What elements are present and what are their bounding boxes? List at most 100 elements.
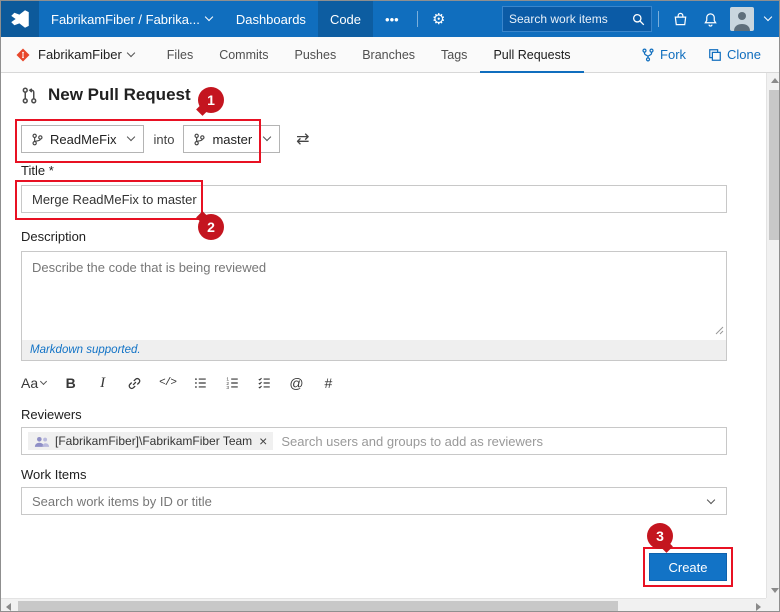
project-selector[interactable]: FabrikamFiber / Fabrika... <box>39 1 224 37</box>
repo-navigation-bar: FabrikamFiber Files Commits Pushes Branc… <box>1 37 780 73</box>
reviewer-chip-label: [FabrikamFiber]\FabrikamFiber Team <box>55 434 252 448</box>
description-textarea[interactable] <box>22 252 726 340</box>
resize-handle[interactable] <box>715 323 724 338</box>
source-branch-selector[interactable]: ReadMeFix <box>21 125 144 153</box>
target-branch-label: master <box>212 132 252 147</box>
link-icon <box>127 376 142 391</box>
user-avatar[interactable] <box>730 7 754 31</box>
team-people-icon <box>34 435 50 448</box>
bold-button[interactable]: B <box>63 373 78 393</box>
horizontal-scrollbar-thumb[interactable] <box>18 601 618 612</box>
formatting-toolbar: Aa B I </> <box>21 373 353 393</box>
notifications-bell-icon[interactable] <box>695 1 725 37</box>
scroll-down-arrow[interactable] <box>767 583 780 598</box>
bullet-list-button[interactable] <box>193 373 208 393</box>
menu-more[interactable]: ••• <box>373 1 411 37</box>
menu-dashboards-label: Dashboards <box>236 12 306 27</box>
fork-button[interactable]: Fork <box>641 47 686 62</box>
markdown-supported-link[interactable]: Markdown supported. <box>30 344 141 356</box>
new-pull-request-form: New Pull Request ReadMeFix into <box>1 73 766 598</box>
menu-dashboards[interactable]: Dashboards <box>224 1 318 37</box>
title-input[interactable] <box>21 185 727 213</box>
mention-button[interactable]: @ <box>289 373 304 393</box>
menu-code-label: Code <box>330 12 361 27</box>
numbered-list-button[interactable]: 1 2 3 <box>225 373 240 393</box>
target-branch-selector[interactable]: master <box>183 125 280 153</box>
vsts-logo-icon <box>10 9 30 29</box>
tab-tags[interactable]: Tags <box>428 37 480 73</box>
project-selector-label: FabrikamFiber / Fabrika... <box>51 12 200 27</box>
app-window: FabrikamFiber / Fabrika... Dashboards Co… <box>0 0 780 612</box>
chevron-down-icon <box>40 377 47 384</box>
remove-reviewer-icon[interactable]: × <box>259 434 267 448</box>
source-branch-label: ReadMeFix <box>50 132 116 147</box>
git-repo-icon <box>15 47 31 63</box>
task-list-button[interactable] <box>257 373 272 393</box>
chevron-down-icon <box>205 13 213 21</box>
tab-files[interactable]: Files <box>154 37 206 73</box>
branch-icon <box>31 133 44 146</box>
clone-label: Clone <box>727 47 761 62</box>
font-style-button[interactable]: Aa <box>21 373 46 393</box>
branch-icon <box>193 133 206 146</box>
tab-branches[interactable]: Branches <box>349 37 428 73</box>
description-label: Description <box>21 229 86 244</box>
top-navigation-bar: FabrikamFiber / Fabrika... Dashboards Co… <box>1 1 780 37</box>
swap-branches-icon[interactable]: ⇄ <box>296 129 309 149</box>
tab-commits[interactable]: Commits <box>206 37 281 73</box>
divider <box>417 11 418 27</box>
task-list-icon <box>257 376 272 390</box>
title-label: Title * <box>21 163 54 178</box>
divider <box>658 11 659 27</box>
work-item-hashtag-button[interactable]: # <box>321 373 336 393</box>
tab-pushes[interactable]: Pushes <box>282 37 350 73</box>
fork-icon <box>641 48 655 62</box>
clone-icon <box>708 48 722 62</box>
bullet-list-icon <box>193 376 208 390</box>
profile-chevron-down-icon[interactable] <box>764 13 772 21</box>
chevron-down-icon <box>127 133 135 141</box>
marketplace-bag-icon[interactable] <box>665 1 695 37</box>
code-button[interactable]: </> <box>159 373 176 393</box>
vertical-scrollbar[interactable] <box>766 73 780 598</box>
callout-1-number: 1 <box>207 92 215 108</box>
vsts-logo[interactable] <box>1 1 39 37</box>
callout-2-number: 2 <box>207 219 215 235</box>
reviewer-chip[interactable]: [FabrikamFiber]\FabrikamFiber Team × <box>28 432 273 450</box>
work-items-input[interactable] <box>21 487 727 515</box>
settings-gear-icon[interactable]: ⚙ <box>424 1 454 37</box>
search-icon[interactable] <box>632 13 645 26</box>
svg-text:3: 3 <box>226 385 229 390</box>
repo-tabs: Files Commits Pushes Branches Tags Pull … <box>154 37 584 73</box>
callout-3-number: 3 <box>656 528 664 544</box>
chevron-down-icon <box>127 48 135 56</box>
more-ellipsis-icon: ••• <box>385 12 399 27</box>
horizontal-scrollbar[interactable] <box>1 598 766 612</box>
search-box[interactable] <box>502 6 652 32</box>
scroll-right-arrow[interactable] <box>751 599 766 612</box>
pull-request-icon <box>21 87 38 104</box>
reviewers-label: Reviewers <box>21 407 82 422</box>
menu-code[interactable]: Code <box>318 1 373 37</box>
page-title: New Pull Request <box>48 85 191 105</box>
scroll-left-arrow[interactable] <box>1 599 16 612</box>
scroll-up-arrow[interactable] <box>767 73 780 88</box>
link-button[interactable] <box>127 373 142 393</box>
callout-3: 3 <box>647 523 673 549</box>
font-style-label: Aa <box>21 375 38 391</box>
reviewers-input[interactable]: [FabrikamFiber]\FabrikamFiber Team × Sea… <box>21 427 727 455</box>
markdown-footer: Markdown supported. <box>22 340 726 360</box>
tab-pull-requests[interactable]: Pull Requests <box>480 37 583 73</box>
repo-selector[interactable]: FabrikamFiber <box>38 47 134 62</box>
italic-button[interactable]: I <box>95 373 110 393</box>
work-items-label: Work Items <box>21 467 87 482</box>
create-button[interactable]: Create <box>649 553 727 581</box>
search-input[interactable] <box>509 12 632 26</box>
work-items-combo <box>21 487 727 515</box>
clone-button[interactable]: Clone <box>708 47 761 62</box>
chevron-down-icon <box>263 133 271 141</box>
fork-label: Fork <box>660 47 686 62</box>
vertical-scrollbar-thumb[interactable] <box>769 90 780 240</box>
gear-glyph: ⚙ <box>432 10 445 28</box>
branch-selection-row: ReadMeFix into master ⇄ <box>21 125 310 153</box>
